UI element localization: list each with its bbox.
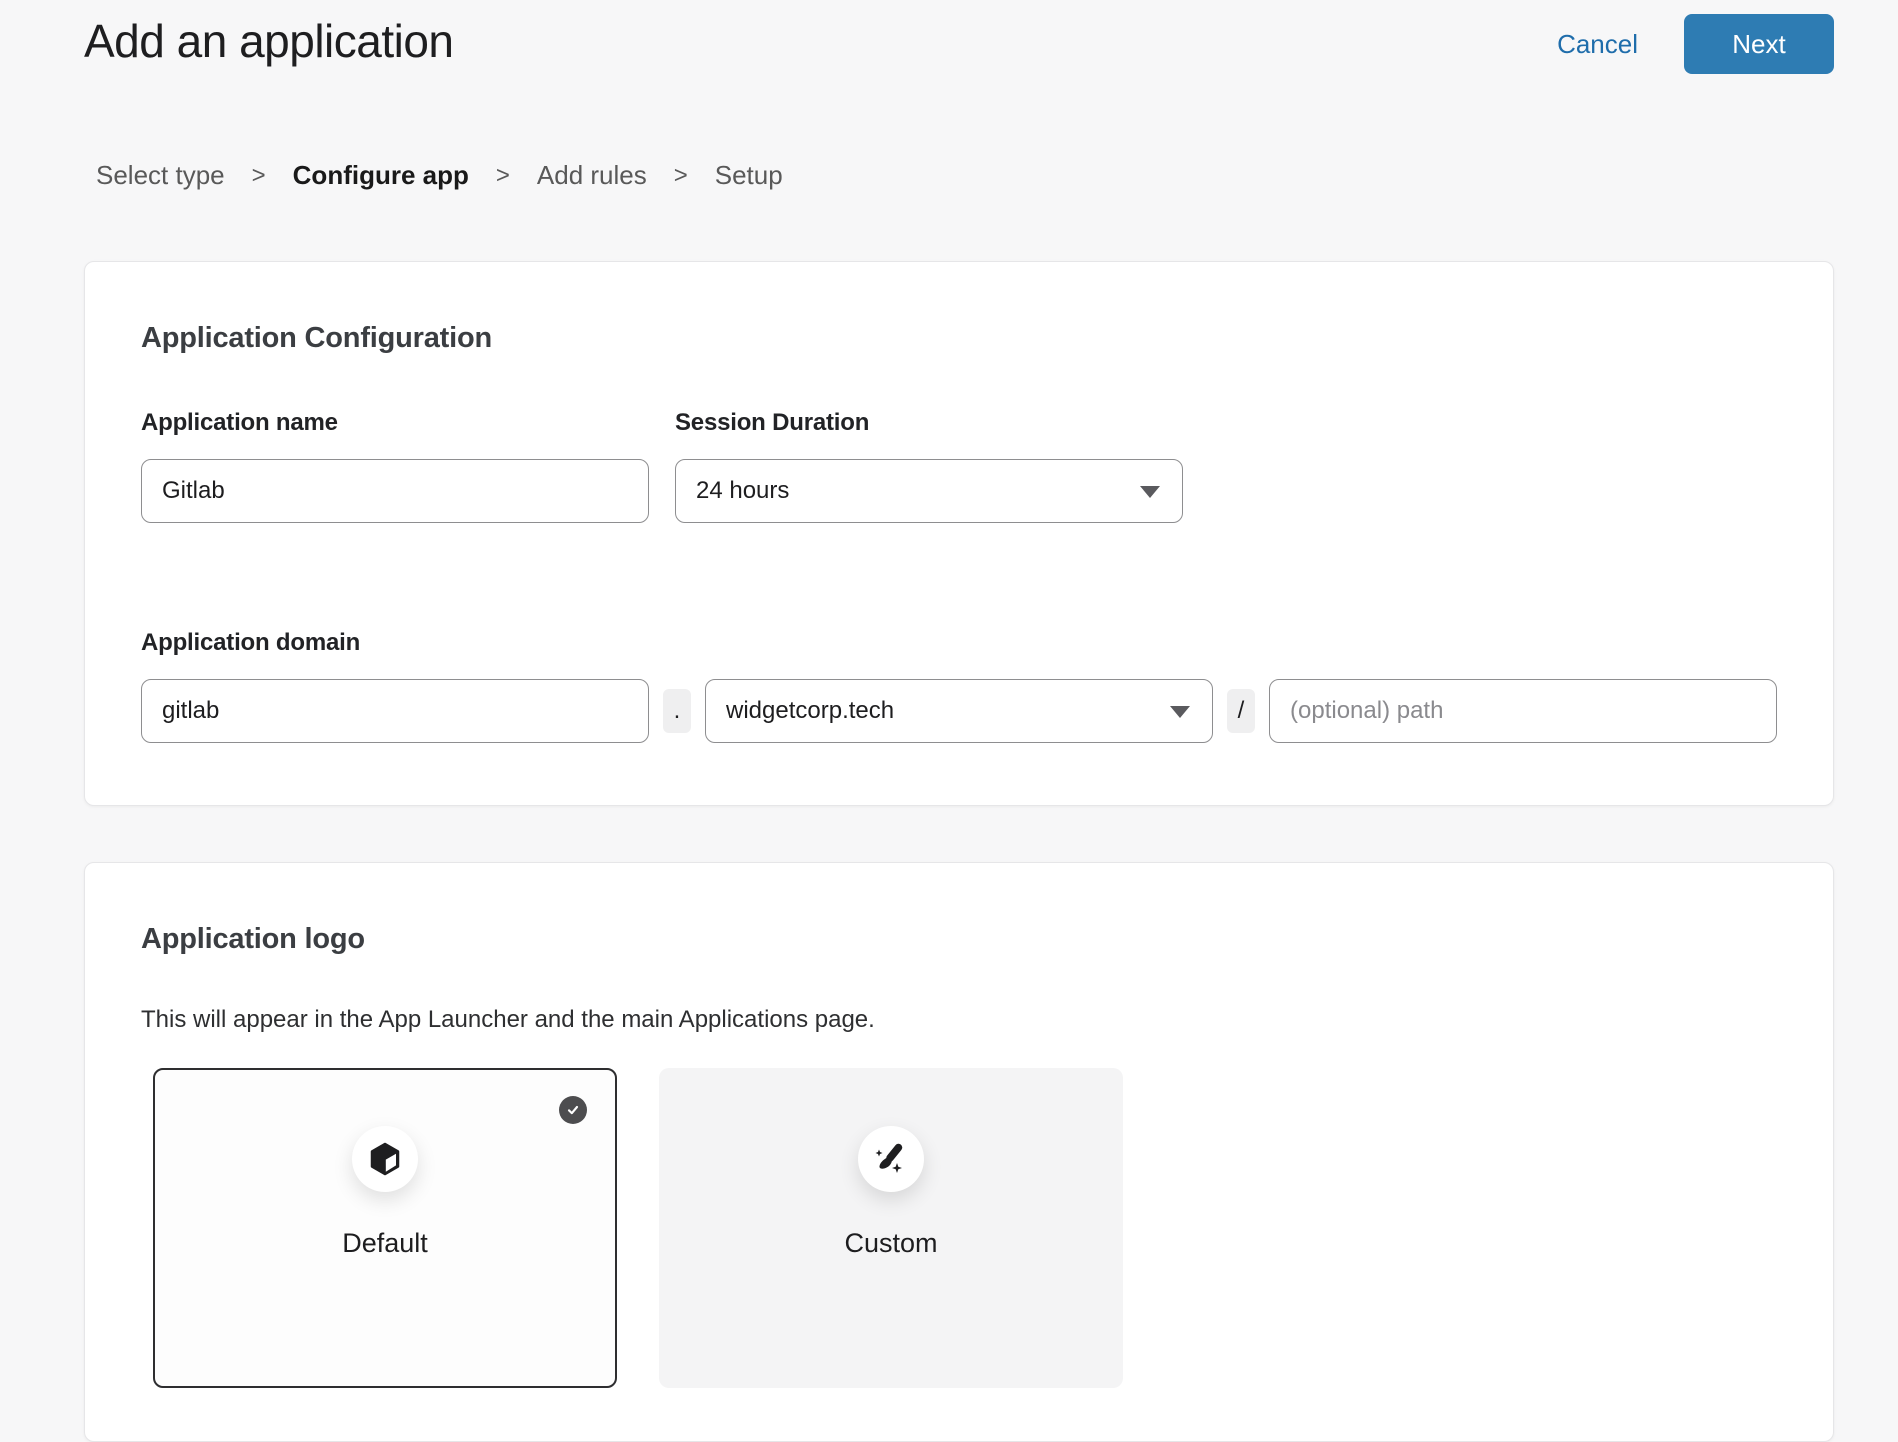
step-add-rules[interactable]: Add rules: [537, 160, 647, 191]
step-select-type[interactable]: Select type: [96, 160, 225, 191]
step-configure-app[interactable]: Configure app: [293, 160, 469, 191]
breadcrumb-separator: >: [674, 162, 688, 190]
application-configuration-card: Application Configuration Application na…: [84, 261, 1834, 806]
session-duration-field-group: Session Duration 24 hours: [675, 409, 1183, 523]
cube-icon: [352, 1126, 418, 1192]
breadcrumb: Select type > Configure app > Add rules …: [0, 160, 1898, 191]
chevron-down-icon: [1140, 486, 1160, 498]
application-logo-description: This will appear in the App Launcher and…: [141, 1006, 1777, 1034]
logo-option-default[interactable]: Default: [153, 1068, 617, 1388]
application-logo-heading: Application logo: [141, 923, 1777, 956]
logo-option-label: Custom: [844, 1228, 937, 1259]
next-button[interactable]: Next: [1684, 14, 1834, 74]
application-name-input[interactable]: [141, 459, 649, 523]
application-configuration-heading: Application Configuration: [141, 322, 1777, 355]
application-name-field-group: Application name: [141, 409, 649, 523]
session-duration-value: 24 hours: [696, 477, 789, 505]
breadcrumb-separator: >: [252, 162, 266, 190]
session-duration-label: Session Duration: [675, 409, 1183, 437]
slash-separator: /: [1227, 689, 1255, 733]
dot-separator: .: [663, 689, 691, 733]
application-domain-label: Application domain: [141, 629, 1777, 657]
page-header: Add an application Cancel Next: [0, 0, 1898, 74]
domain-select-value: widgetcorp.tech: [726, 697, 894, 725]
application-logo-card: Application logo This will appear in the…: [84, 862, 1834, 1442]
header-actions: Cancel Next: [1557, 14, 1834, 74]
page-title: Add an application: [84, 14, 454, 68]
application-name-label: Application name: [141, 409, 649, 437]
step-setup[interactable]: Setup: [715, 160, 783, 191]
logo-options: Default Custom: [153, 1068, 1777, 1388]
domain-select[interactable]: widgetcorp.tech: [705, 679, 1213, 743]
session-duration-select[interactable]: 24 hours: [675, 459, 1183, 523]
breadcrumb-separator: >: [496, 162, 510, 190]
logo-option-custom[interactable]: Custom: [659, 1068, 1123, 1388]
paintbrush-icon: [858, 1126, 924, 1192]
path-input[interactable]: [1269, 679, 1777, 743]
logo-option-label: Default: [342, 1228, 428, 1259]
chevron-down-icon: [1170, 706, 1190, 718]
application-domain-field-group: Application domain . widgetcorp.tech /: [141, 629, 1777, 743]
selected-check-icon: [559, 1096, 587, 1124]
cancel-button[interactable]: Cancel: [1557, 29, 1638, 60]
subdomain-input[interactable]: [141, 679, 649, 743]
